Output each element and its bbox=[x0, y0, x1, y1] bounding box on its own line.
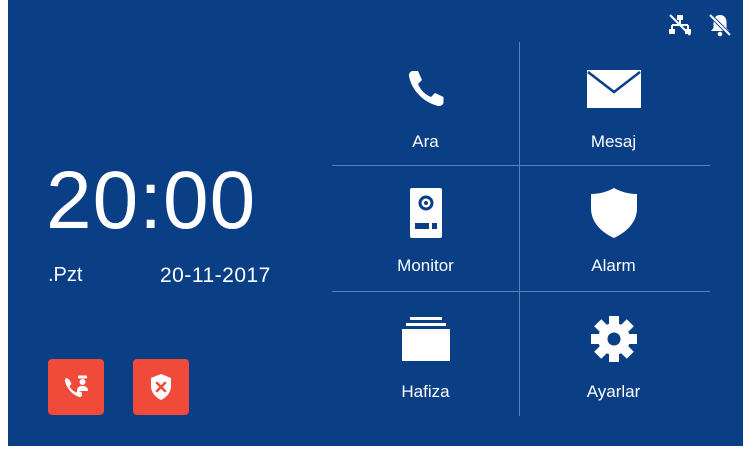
main-menu: Ara Mesaj Monitor Alarm Hafiza Ayarlar bbox=[332, 42, 710, 416]
menu-item-label: Ara bbox=[412, 132, 439, 151]
menu-item-label: Monitor bbox=[397, 256, 454, 275]
menu-item-label: Hafiza bbox=[401, 382, 450, 401]
menu-item-hafiza[interactable]: Hafiza bbox=[332, 292, 519, 415]
menu-item-monitor[interactable]: Monitor bbox=[332, 166, 519, 289]
menu-item-label: Mesaj bbox=[590, 132, 637, 151]
clock-date: 20-11-2017 bbox=[160, 264, 271, 287]
shield-icon bbox=[590, 188, 637, 238]
status-bar bbox=[667, 12, 733, 38]
door-station-icon bbox=[409, 188, 442, 238]
menu-item-mesaj[interactable]: Mesaj bbox=[520, 42, 707, 165]
folder-stack-icon bbox=[401, 317, 450, 361]
home-screen: 20:00 .Pzt 20-11-2017 Ara Mesaj Monitor … bbox=[8, 0, 743, 446]
menu-item-label: Alarm bbox=[591, 256, 636, 275]
clock-day: .Pzt bbox=[48, 264, 83, 286]
envelope-icon bbox=[586, 70, 641, 108]
clock-time: 20:00 bbox=[46, 155, 257, 246]
shield-cancel-icon bbox=[151, 374, 171, 400]
call-guard-icon bbox=[64, 375, 88, 398]
cancel-alarm-button[interactable] bbox=[133, 359, 189, 415]
menu-item-label: Ayarlar bbox=[586, 382, 641, 401]
phone-icon bbox=[408, 71, 443, 107]
bell-muted-icon bbox=[707, 12, 733, 38]
menu-item-alarm[interactable]: Alarm bbox=[520, 166, 707, 289]
network-disconnected-icon bbox=[667, 12, 693, 38]
call-guard-button[interactable] bbox=[48, 359, 104, 415]
gear-icon bbox=[590, 316, 637, 362]
menu-item-ara[interactable]: Ara bbox=[332, 42, 519, 165]
menu-item-ayarlar[interactable]: Ayarlar bbox=[520, 292, 707, 415]
